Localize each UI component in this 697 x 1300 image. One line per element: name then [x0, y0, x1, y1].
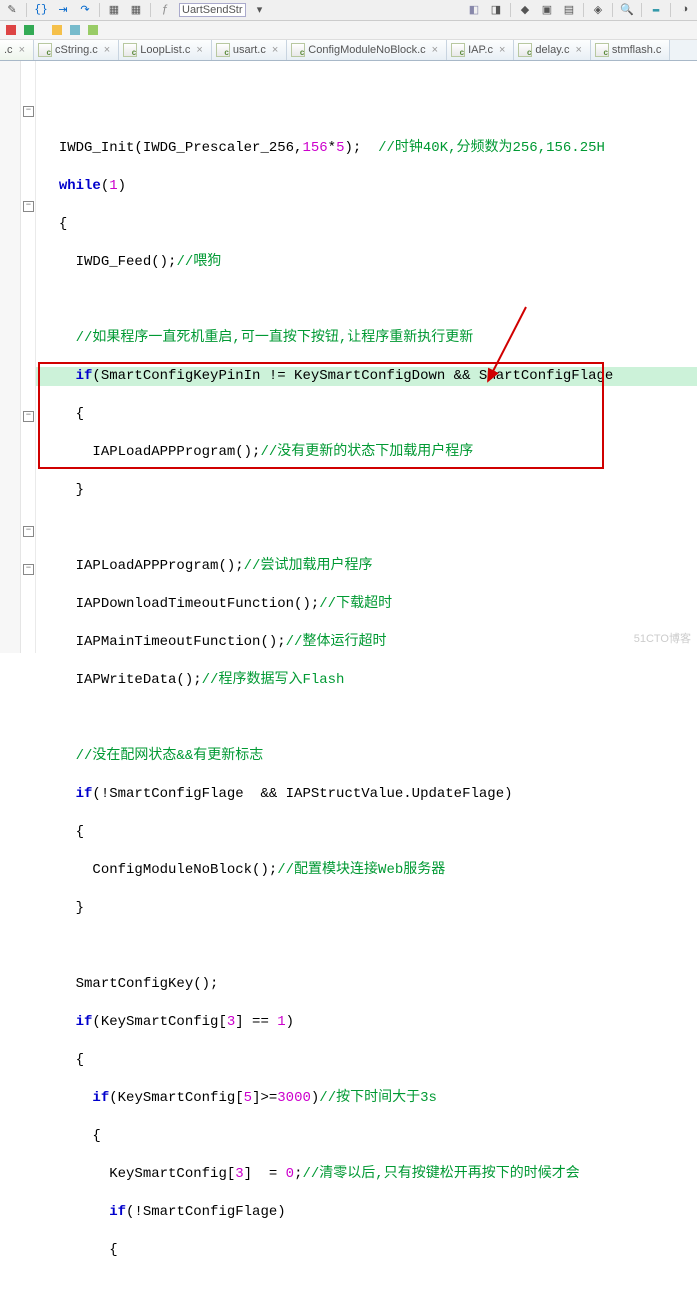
view-icon[interactable] — [6, 25, 16, 35]
close-icon[interactable]: × — [196, 44, 202, 56]
code-line: if(KeySmartConfig[3] == 1) — [42, 1013, 697, 1032]
code-line: ConfigModuleNoBlock();//配置模块连接Web服务器 — [42, 861, 697, 880]
code-line: IWDG_Init(IWDG_Prescaler_256,156*5); //时… — [42, 139, 697, 158]
tool-icon[interactable]: ◆ — [517, 2, 533, 18]
tab-cstring[interactable]: cString.c× — [34, 40, 119, 60]
tab-c[interactable]: .c× — [0, 40, 34, 60]
close-icon[interactable]: × — [575, 44, 581, 56]
dropdown-icon[interactable]: ▾ — [252, 2, 268, 18]
close-icon[interactable]: × — [432, 44, 438, 56]
view-icon[interactable] — [52, 25, 62, 35]
code-line: while(1) — [42, 177, 697, 196]
stepout-icon[interactable]: ⇥ — [55, 2, 71, 18]
tab-usart[interactable]: usart.c× — [212, 40, 287, 60]
c-file-icon — [216, 43, 230, 57]
code-line — [42, 937, 697, 956]
tool-icon[interactable]: ▦ — [106, 2, 122, 18]
close-icon[interactable]: × — [499, 44, 505, 56]
code-line: { — [42, 405, 697, 424]
line-gutter — [0, 61, 21, 653]
code-line: //没在配网状态&&有更新标志 — [42, 747, 697, 766]
tool-icon[interactable]: ▣ — [539, 2, 555, 18]
code-line: if(SmartConfigKeyPinIn != KeySmartConfig… — [42, 367, 697, 386]
code-line: } — [42, 481, 697, 500]
code-line — [42, 519, 697, 538]
tab-looplist[interactable]: LoopList.c× — [119, 40, 212, 60]
c-file-icon — [451, 43, 465, 57]
tool-icon[interactable]: ◑ — [677, 2, 693, 18]
code-line: { — [42, 215, 697, 234]
tool-icon[interactable]: ▬ — [648, 2, 664, 18]
fold-icon[interactable]: − — [23, 411, 34, 422]
tool-icon[interactable]: ◧ — [466, 2, 482, 18]
c-file-icon — [291, 43, 305, 57]
main-toolbar: ✎ {} ⇥ ↷ ▦ ▦ ƒ UartSendStr ▾ ◧ ◨ ◆ ▣ ▤ ◈… — [0, 0, 697, 21]
fold-icon[interactable]: − — [23, 106, 34, 117]
close-icon[interactable]: × — [19, 44, 25, 56]
code-line: IAPDownloadTimeoutFunction();//下载超时 — [42, 595, 697, 614]
stepin-icon[interactable]: {} — [33, 2, 49, 18]
code-line: IAPWriteData();//程序数据写入Flash — [42, 671, 697, 690]
code-line: IAPLoadAPPProgram();//没有更新的状态下加载用户程序 — [42, 443, 697, 462]
fold-column: − − − − − — [21, 61, 36, 653]
fold-icon[interactable]: − — [23, 201, 34, 212]
code-line: if(KeySmartConfig[5]>=3000)//按下时间大于3s — [42, 1089, 697, 1108]
tool-icon[interactable]: ◈ — [590, 2, 606, 18]
code-line: IAPLoadAPPProgram();//尝试加载用户程序 — [42, 557, 697, 576]
view-icon[interactable] — [70, 25, 80, 35]
view-icon[interactable] — [24, 25, 34, 35]
search-icon[interactable]: 🔍 — [619, 2, 635, 18]
close-icon[interactable]: × — [104, 44, 110, 56]
code-line: IWDG_Feed();//喂狗 — [42, 253, 697, 272]
stepover-icon[interactable]: ↷ — [77, 2, 93, 18]
code-line: { — [42, 1241, 697, 1260]
tool-icon[interactable]: ◨ — [488, 2, 504, 18]
tab-configmodule[interactable]: ConfigModuleNoBlock.c× — [287, 40, 447, 60]
code-line: } — [42, 899, 697, 918]
tool-icon[interactable]: ▤ — [561, 2, 577, 18]
c-file-icon — [38, 43, 52, 57]
fold-icon[interactable]: − — [23, 564, 34, 575]
code-line: { — [42, 1127, 697, 1146]
code-line: KeySmartConfig[3] = 0;//清零以后,只有按键松开再按下的时… — [42, 1165, 697, 1184]
code-line: if(!SmartConfigFlage && IAPStructValue.U… — [42, 785, 697, 804]
tab-stmflash[interactable]: stmflash.c — [591, 40, 671, 60]
function-icon[interactable]: ƒ — [157, 2, 173, 18]
tool-icon[interactable]: ✎ — [4, 2, 20, 18]
code-line: //如果程序一直死机重启,可一直按下按钮,让程序重新执行更新 — [42, 329, 697, 348]
tab-delay[interactable]: delay.c× — [514, 40, 590, 60]
code-area[interactable]: IWDG_Init(IWDG_Prescaler_256,156*5); //时… — [36, 61, 697, 653]
code-line: IAPMainTimeoutFunction();//整体运行超时 — [42, 633, 697, 652]
sub-toolbar — [0, 21, 697, 40]
c-file-icon — [518, 43, 532, 57]
close-icon[interactable]: × — [272, 44, 278, 56]
view-icon[interactable] — [88, 25, 98, 35]
code-line — [42, 291, 697, 310]
code-line — [42, 709, 697, 728]
code-line: SmartConfigKey(); — [42, 975, 697, 994]
tab-iap[interactable]: IAP.c× — [447, 40, 514, 60]
code-line: { — [42, 1051, 697, 1070]
code-line: if(!SmartConfigFlage) — [42, 1203, 697, 1222]
tool-icon[interactable]: ▦ — [128, 2, 144, 18]
function-combo[interactable]: UartSendStr — [179, 3, 246, 17]
fold-icon[interactable]: − — [23, 526, 34, 537]
code-line: { — [42, 823, 697, 842]
tab-bar: .c× cString.c× LoopList.c× usart.c× Conf… — [0, 40, 697, 61]
c-file-icon — [123, 43, 137, 57]
c-file-icon — [595, 43, 609, 57]
code-editor[interactable]: − − − − − IWDG_Init(IWDG_Prescaler_256,1… — [0, 61, 697, 653]
